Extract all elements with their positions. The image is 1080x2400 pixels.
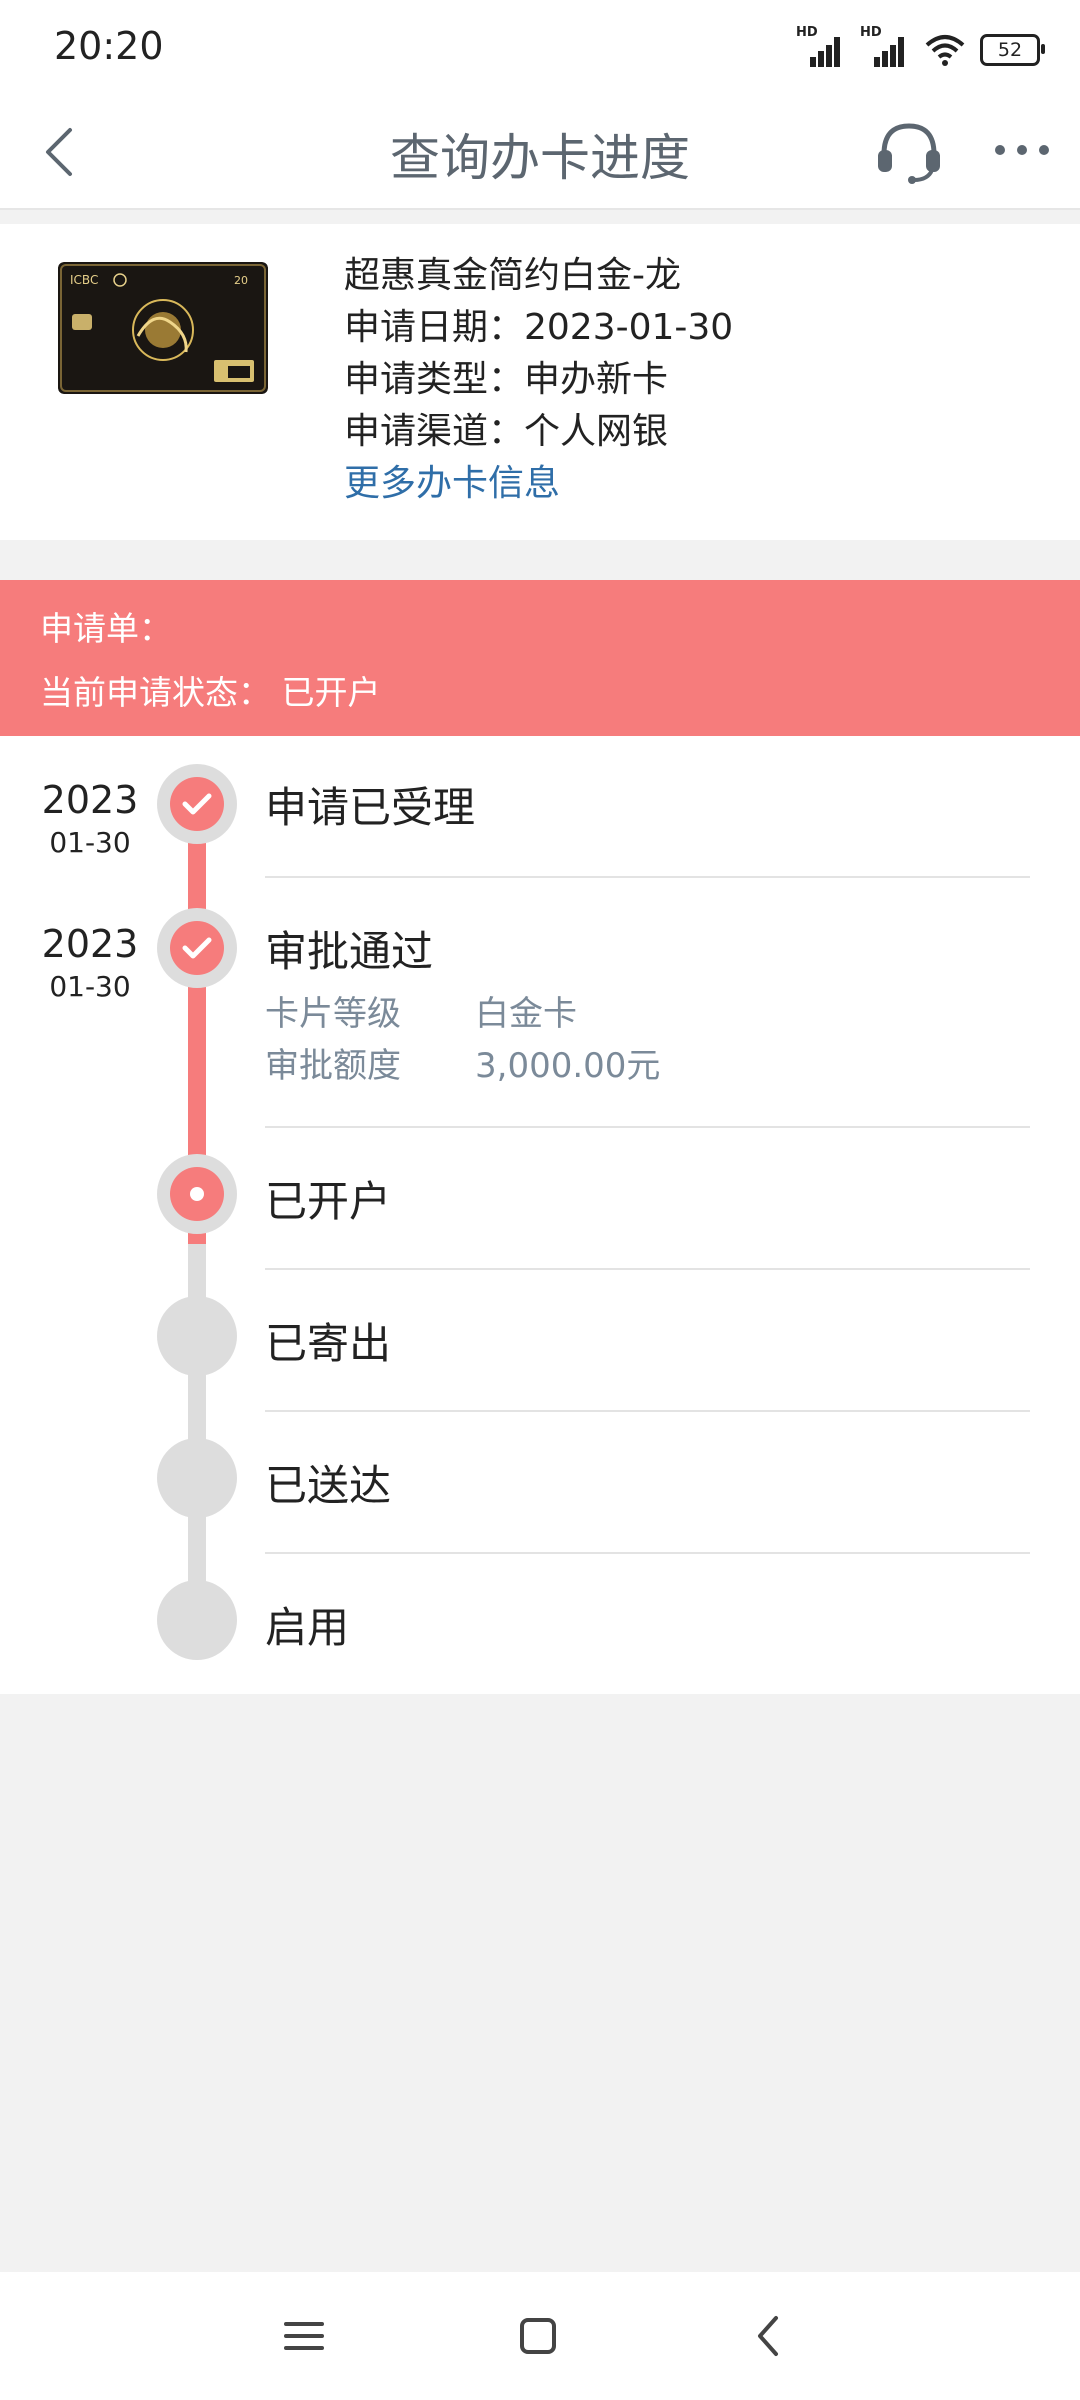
card-name: 超惠真金简约白金-龙	[344, 255, 681, 296]
apply-channel: 申请渠道：个人网银	[344, 411, 669, 452]
application-status-value: 已开户	[281, 673, 381, 712]
step-node-pending	[157, 1438, 237, 1518]
card-details: 超惠真金简约白金-龙 申请日期：2023-01-30 申请类型：申办新卡 申请渠…	[344, 250, 733, 510]
status-bar: 20:20 HD HD 52	[0, 0, 1080, 96]
card-level-label: 卡片等级	[265, 994, 401, 1034]
system-nav-bar	[0, 2272, 1080, 2400]
application-number-label: 申请单：	[40, 609, 172, 648]
step-node-pending	[157, 1580, 237, 1660]
current-dot-icon	[190, 1187, 204, 1201]
application-status-label: 当前申请状态：	[40, 673, 271, 712]
step-title: 申请已受理	[265, 783, 476, 832]
card-level-value: 白金卡	[475, 994, 577, 1034]
apply-type: 申请类型：申办新卡	[344, 359, 669, 400]
battery-icon: 52	[980, 34, 1045, 66]
credit-card-image: ICBC 20	[58, 262, 268, 394]
application-status-banner: 申请单： 当前申请状态： 已开户	[0, 580, 1080, 736]
more-card-info-link[interactable]: 更多办卡信息	[344, 458, 733, 510]
step-date: 01-30	[49, 826, 131, 859]
application-status-row: 当前申请状态： 已开户	[40, 666, 381, 714]
step-title: 已送达	[265, 1461, 392, 1510]
check-icon	[182, 937, 212, 959]
step-node-pending	[157, 1296, 237, 1376]
credit-limit-value: 3,000.00元	[475, 1046, 661, 1086]
step-divider	[265, 1268, 1030, 1270]
headset-icon[interactable]	[872, 114, 946, 188]
nav-bar: 查询办卡进度	[0, 96, 1080, 210]
signal-icon: HD	[796, 25, 846, 69]
check-icon	[182, 793, 212, 815]
wifi-icon	[925, 35, 965, 66]
signal-icon: HD	[860, 25, 910, 69]
menu-icon[interactable]	[274, 2306, 334, 2366]
status-time: 20:20	[54, 24, 164, 68]
back-chevron-icon[interactable]	[740, 2306, 800, 2366]
card-brand-text: ICBC	[70, 273, 98, 287]
step-title: 启用	[265, 1603, 350, 1652]
step-title: 审批通过	[265, 927, 434, 976]
step-year: 2023	[41, 922, 139, 966]
apply-date: 申请日期：2023-01-30	[344, 307, 734, 348]
card-info-panel: ICBC 20 超惠真金简约白金-龙 申请日期：2023-01-30 申请类型：…	[0, 224, 1080, 540]
step-divider	[265, 1126, 1030, 1128]
svg-text:20: 20	[234, 274, 248, 287]
step-title: 已寄出	[265, 1319, 392, 1368]
step-divider	[265, 876, 1030, 878]
step-node-current	[157, 1154, 237, 1234]
step-title: 已开户	[265, 1177, 392, 1226]
more-horizontal-icon[interactable]	[990, 118, 1054, 182]
progress-timeline: 2023 01-30 申请已受理 2023 01-30 审批通过 卡片等级 白金…	[0, 736, 1080, 1694]
step-node-done	[157, 908, 237, 988]
step-date: 01-30	[49, 970, 131, 1003]
step-node-done	[157, 764, 237, 844]
status-icons: HD HD 52	[796, 25, 1045, 70]
home-square-icon[interactable]	[508, 2306, 568, 2366]
signal-hd-label: HD	[796, 25, 818, 40]
step-divider	[265, 1552, 1030, 1554]
step-year: 2023	[41, 778, 139, 822]
credit-limit-label: 审批额度	[265, 1046, 401, 1086]
signal-hd-label: HD	[860, 25, 882, 40]
step-divider	[265, 1410, 1030, 1412]
